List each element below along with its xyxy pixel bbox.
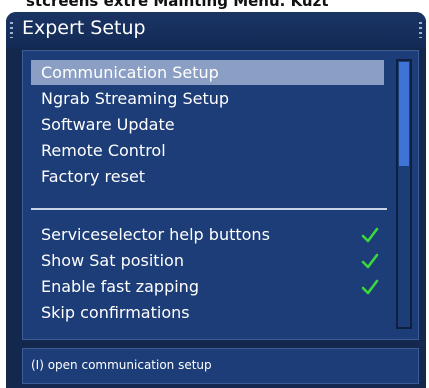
menu-item-remote-control[interactable]: Remote Control — [31, 138, 384, 163]
toggle-label: Skip confirmations — [41, 303, 190, 322]
menu-item-label: Ngrab Streaming Setup — [41, 89, 230, 108]
menu-item-communication-setup[interactable]: Communication Setup — [31, 60, 384, 85]
title-grip-left — [10, 22, 13, 38]
toggle-skip-confirmations[interactable]: Skip confirmations — [31, 300, 384, 325]
toggle-enable-fast-zapping[interactable]: Enable fast zapping — [31, 274, 384, 299]
menu-item-ngrab-streaming-setup[interactable]: Ngrab Streaming Setup — [31, 86, 384, 111]
scrollbar-thumb[interactable] — [399, 62, 409, 166]
menu-item-label: Factory reset — [41, 167, 146, 186]
checkmark-icon — [361, 253, 379, 269]
toggle-label: Serviceselector help buttons — [41, 225, 270, 244]
menu-item-label: Remote Control — [41, 141, 166, 160]
menu-item-label: Communication Setup — [41, 63, 219, 82]
menu-panel: Communication Setup Ngrab Streaming Setu… — [22, 50, 419, 340]
toggle-serviceselector-help-buttons[interactable]: Serviceselector help buttons — [31, 222, 384, 247]
menu-item-factory-reset[interactable]: Factory reset — [31, 164, 384, 189]
menu-item-label: Software Update — [41, 115, 175, 134]
expert-setup-window: Expert Setup Communication Setup Ngrab S… — [6, 12, 426, 388]
title-bar: Expert Setup — [6, 12, 426, 48]
window-title: Expert Setup — [22, 17, 146, 39]
status-bar: (I) open communication setup — [22, 348, 419, 384]
menu-separator — [31, 208, 387, 210]
cropped-caption: stcreens extre Mainting Menu. Kuzt — [0, 0, 429, 12]
title-grip-right — [419, 22, 422, 38]
status-text: (I) open communication setup — [31, 358, 212, 372]
toggle-label: Enable fast zapping — [41, 277, 199, 296]
caption-text: stcreens extre Mainting Menu. Kuzt — [26, 0, 329, 10]
scrollbar[interactable] — [396, 59, 412, 329]
toggle-label: Show Sat position — [41, 251, 184, 270]
checkmark-icon — [361, 227, 379, 243]
menu-item-software-update[interactable]: Software Update — [31, 112, 384, 137]
toggle-show-sat-position[interactable]: Show Sat position — [31, 248, 384, 273]
checkmark-icon — [361, 279, 379, 295]
